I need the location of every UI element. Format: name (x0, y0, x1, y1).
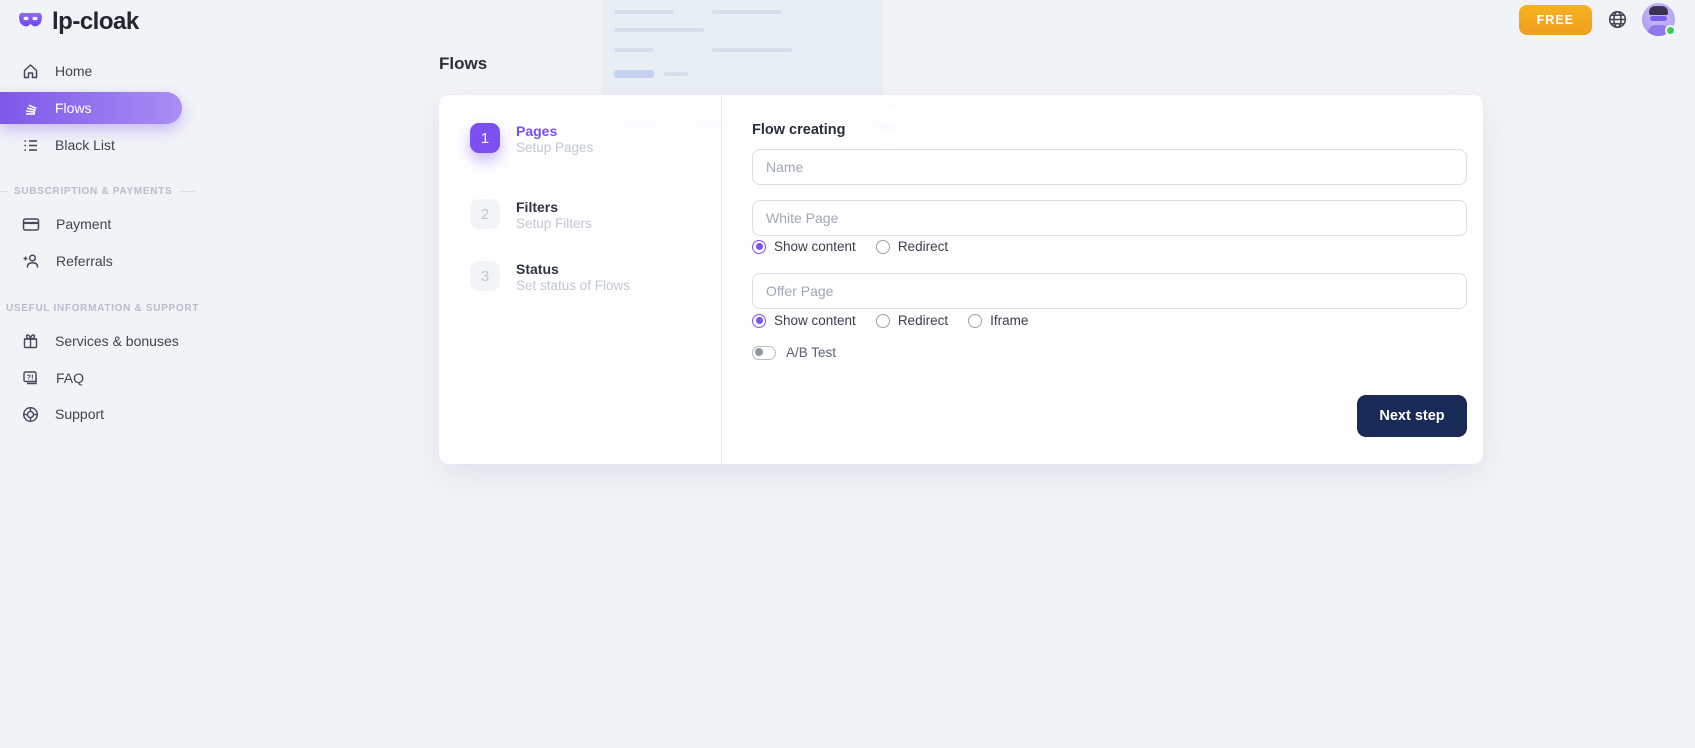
flow-creating-card: 1 Pages Setup Pages 2 Filters Setup Filt… (439, 95, 1483, 464)
sidebar-section-subscription: SUBSCRIPTION & PAYMENTS (0, 186, 195, 197)
card-divider (721, 95, 722, 464)
sidebar-item-label: Payment (56, 216, 111, 232)
app-canvas: LPSPY lpspy.webstick.com.ua lp-cloak FRE… (0, 0, 1695, 748)
sidebar-item-label: Referrals (56, 253, 113, 269)
sidebar-section-support: USEFUL INFORMATION & SUPPORT (0, 303, 195, 314)
radio-label: Redirect (898, 313, 948, 328)
radio-label: Show content (774, 239, 856, 254)
white-page-radio-group: Show content Redirect (752, 239, 948, 254)
radio-iframe[interactable]: Iframe (968, 313, 1028, 328)
plan-badge[interactable]: FREE (1519, 5, 1592, 35)
radio-label: Iframe (990, 313, 1028, 328)
radio-show-content[interactable]: Show content (752, 239, 856, 254)
step-pages[interactable]: 1 Pages Setup Pages (470, 123, 593, 155)
support-icon (22, 406, 39, 423)
radio-icon (876, 314, 890, 328)
sidebar-item-payment[interactable]: Payment (0, 209, 195, 239)
next-step-button[interactable]: Next step (1357, 395, 1467, 437)
step-subtitle: Setup Filters (516, 216, 592, 231)
ab-test-toggle-row: A/B Test (752, 345, 836, 360)
radio-icon (876, 240, 890, 254)
sidebar-item-label: Flows (55, 100, 92, 116)
ab-test-label: A/B Test (786, 345, 836, 360)
svg-text:?!: ?! (27, 372, 34, 381)
step-number: 1 (470, 123, 500, 153)
step-title: Pages (516, 123, 593, 139)
section-label: SUBSCRIPTION & PAYMENTS (14, 186, 172, 197)
sidebar-item-label: Support (55, 406, 104, 422)
topbar-right: FREE (1519, 3, 1675, 36)
ab-test-toggle[interactable] (752, 346, 776, 360)
payment-icon (22, 217, 40, 232)
sidebar-item-flows[interactable]: Flows (0, 92, 182, 124)
sidebar-item-services[interactable]: Services & bonuses (0, 326, 195, 356)
sidebar-item-label: Black List (55, 137, 115, 153)
step-number: 2 (470, 199, 500, 229)
brand-logo[interactable]: lp-cloak (17, 8, 139, 36)
home-icon (22, 63, 39, 80)
step-filters[interactable]: 2 Filters Setup Filters (470, 199, 592, 231)
name-input[interactable] (752, 149, 1467, 185)
globe-icon[interactable] (1607, 10, 1627, 30)
radio-redirect[interactable]: Redirect (876, 313, 948, 328)
gift-icon (22, 333, 39, 350)
sidebar-item-black-list[interactable]: Black List (0, 130, 195, 160)
form-title: Flow creating (752, 122, 845, 138)
sidebar-item-support[interactable]: Support (0, 399, 195, 429)
page-title: Flows (439, 54, 487, 74)
avatar[interactable] (1642, 3, 1675, 36)
radio-label: Redirect (898, 239, 948, 254)
offer-page-radio-group: Show content Redirect Iframe (752, 313, 1028, 328)
sidebar-item-label: Services & bonuses (55, 333, 179, 349)
mask-icon (17, 10, 44, 35)
offer-page-input[interactable] (752, 273, 1467, 309)
sidebar-item-home[interactable]: Home (0, 56, 195, 86)
radio-icon (968, 314, 982, 328)
flows-icon (22, 100, 39, 117)
faq-icon: ?! (22, 370, 40, 387)
radio-icon (752, 314, 766, 328)
step-subtitle: Set status of Flows (516, 278, 630, 293)
radio-show-content[interactable]: Show content (752, 313, 856, 328)
step-subtitle: Setup Pages (516, 140, 593, 155)
brand-name: lp-cloak (52, 8, 139, 36)
sidebar-item-referrals[interactable]: Referrals (0, 246, 195, 276)
sidebar-item-label: Home (55, 63, 92, 79)
step-title: Filters (516, 199, 592, 215)
step-title: Status (516, 261, 630, 277)
white-page-input[interactable] (752, 200, 1467, 236)
radio-label: Show content (774, 313, 856, 328)
sidebar-item-label: FAQ (56, 370, 84, 386)
sidebar-item-faq[interactable]: ?! FAQ (0, 363, 195, 393)
referrals-icon (22, 253, 40, 269)
radio-redirect[interactable]: Redirect (876, 239, 948, 254)
section-label: USEFUL INFORMATION & SUPPORT (6, 303, 199, 314)
radio-icon (752, 240, 766, 254)
toggle-knob (755, 348, 763, 356)
step-status[interactable]: 3 Status Set status of Flows (470, 261, 630, 293)
blacklist-icon (22, 137, 39, 154)
step-number: 3 (470, 261, 500, 291)
online-status-dot (1665, 25, 1676, 36)
